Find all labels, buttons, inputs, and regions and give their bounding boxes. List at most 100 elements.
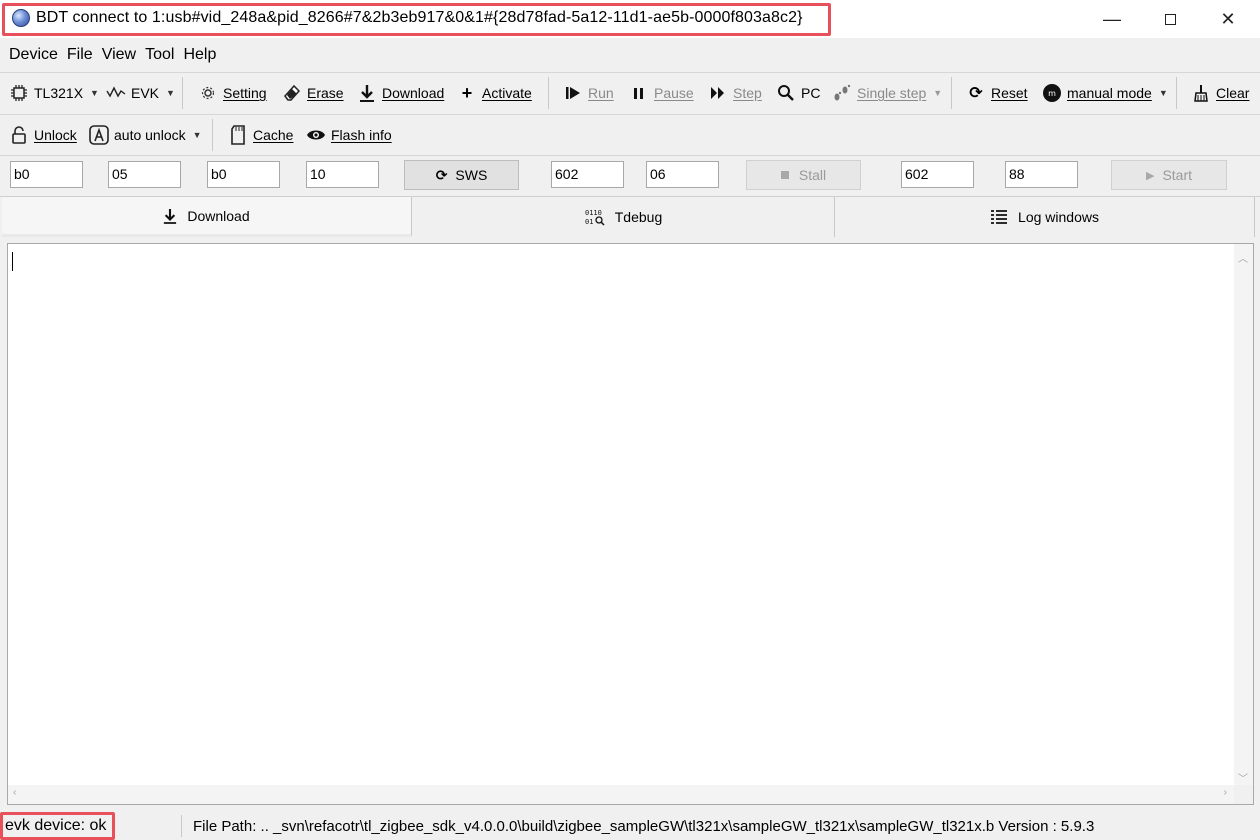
erase-label: Erase (307, 85, 344, 101)
window-title: BDT connect to 1:usb#vid_248a&pid_8266#7… (36, 9, 803, 26)
reset-button[interactable]: ⟳ Reset (966, 81, 1028, 105)
tab-download[interactable]: Download (2, 197, 412, 237)
tab-download-label: Download (187, 207, 250, 224)
tab-tdebug[interactable]: 0110 01 Tdebug (413, 197, 835, 237)
horizontal-scrollbar[interactable]: ‹ › (8, 785, 1235, 804)
menu-file[interactable]: File (67, 46, 93, 64)
lock-icon (9, 125, 29, 145)
address-field-3[interactable]: 602 (551, 161, 624, 188)
menu-tool[interactable]: Tool (145, 46, 174, 64)
single-step-label: Single step (857, 85, 927, 101)
step-button[interactable]: Step (708, 81, 762, 105)
pause-button[interactable]: Pause (629, 81, 694, 105)
chip-icon (9, 83, 29, 103)
scroll-down-icon[interactable]: ﹀ (1238, 770, 1248, 785)
value-field-1[interactable]: 05 (108, 161, 181, 188)
run-icon (563, 83, 583, 103)
pc-label: PC (801, 85, 821, 101)
run-button[interactable]: Run (563, 81, 614, 105)
menu-bar: Device File View Tool Help (0, 38, 1260, 72)
footsteps-icon (832, 83, 852, 103)
auto-unlock-label: auto unlock (114, 127, 186, 143)
device-status: evk device: ok (5, 817, 107, 834)
divider (0, 114, 1260, 115)
value-field-4[interactable]: 88 (1005, 161, 1078, 188)
divider (212, 119, 213, 151)
address-field-1[interactable]: b0 (10, 161, 83, 188)
broom-icon (1191, 83, 1211, 103)
eye-icon (306, 125, 326, 145)
menu-help[interactable]: Help (183, 46, 216, 64)
sws-button[interactable]: ⟳ SWS (404, 160, 519, 190)
pause-label: Pause (654, 85, 694, 101)
flash-info-button[interactable]: Flash info (306, 123, 392, 147)
refresh-icon: ⟳ (435, 166, 448, 183)
plus-icon: + (461, 82, 473, 103)
reset-label: Reset (991, 85, 1028, 101)
tab-log-windows-label: Log windows (1018, 209, 1099, 225)
unlock-button[interactable]: Unlock (9, 123, 77, 147)
setting-label: Setting (223, 85, 267, 101)
value-field-3[interactable]: 06 (646, 161, 719, 188)
status-bar: evk device: ok File Path: .. _svn\refaco… (0, 812, 1260, 840)
download-icon (163, 208, 177, 224)
gear-icon (198, 83, 218, 103)
close-button[interactable]: ✕ (1198, 0, 1258, 38)
scroll-corner (1234, 785, 1253, 804)
tab-log-windows[interactable]: Log windows (835, 197, 1255, 237)
step-icon (708, 83, 728, 103)
clear-button[interactable]: Clear (1191, 81, 1249, 105)
divider (1176, 77, 1177, 109)
single-step-dropdown[interactable]: Single step ▼ (832, 81, 942, 105)
tab-tdebug-label: Tdebug (614, 209, 663, 225)
chip-dropdown[interactable]: TL321X ▼ (9, 81, 99, 105)
start-label: Start (1162, 167, 1193, 183)
pc-button[interactable]: PC (776, 81, 820, 105)
stall-label: Stall (798, 167, 827, 183)
chevron-down-icon: ▼ (192, 130, 202, 140)
chevron-down-icon: ▼ (933, 88, 943, 98)
vertical-scrollbar[interactable]: ︿ ﹀ (1234, 244, 1253, 787)
activate-label: Activate (482, 85, 532, 101)
chevron-down-icon: ▼ (166, 88, 175, 98)
binary-search-icon: 0110 01 (585, 208, 605, 226)
activate-button[interactable]: + Activate (457, 81, 532, 105)
board-dropdown[interactable]: EVK ▼ (106, 81, 175, 105)
download-log-textarea[interactable]: ︿ ﹀ ‹ › (7, 243, 1254, 805)
svg-text:01: 01 (585, 218, 593, 226)
menu-device[interactable]: Device (9, 46, 58, 64)
cache-button[interactable]: Cache (228, 123, 293, 147)
divider (951, 77, 952, 109)
erase-button[interactable]: Erase (282, 81, 344, 105)
sd-card-icon (228, 125, 248, 145)
secondary-toolbar: Unlock auto unlock ▼ Cache Flash info (0, 116, 1260, 154)
chevron-down-icon: ▼ (1158, 88, 1168, 98)
minimize-button[interactable]: — (1082, 0, 1142, 38)
address-field-4[interactable]: 602 (901, 161, 974, 188)
auto-lock-icon (89, 125, 109, 145)
scroll-up-icon[interactable]: ︿ (1238, 250, 1248, 265)
waveform-icon (106, 83, 126, 103)
auto-unlock-dropdown[interactable]: auto unlock ▼ (89, 123, 202, 147)
scroll-left-icon[interactable]: ‹ (13, 787, 16, 798)
menu-view[interactable]: View (102, 46, 136, 64)
start-button[interactable]: ▶ Start (1111, 160, 1227, 190)
divider (548, 77, 549, 109)
maximize-button[interactable] (1140, 0, 1200, 38)
play-icon: ▶ (1145, 169, 1155, 182)
mode-dropdown[interactable]: m manual mode ▼ (1042, 81, 1168, 105)
list-icon (990, 209, 1008, 225)
download-label: Download (382, 85, 445, 101)
address-field-2[interactable]: b0 (207, 161, 280, 188)
setting-button[interactable]: Setting (198, 81, 267, 105)
text-cursor (12, 252, 13, 271)
close-icon: ✕ (1220, 8, 1236, 29)
stall-button[interactable]: Stall (746, 160, 861, 190)
maximize-icon (1164, 13, 1176, 25)
value-field-2[interactable]: 10 (306, 161, 379, 188)
svg-text:0110: 0110 (585, 209, 602, 217)
main-toolbar: TL321X ▼ EVK ▼ Setting Erase Download + … (0, 73, 1260, 113)
download-button[interactable]: Download (357, 81, 444, 105)
refresh-icon: ⟳ (969, 85, 983, 102)
scroll-right-icon[interactable]: › (1224, 787, 1227, 798)
